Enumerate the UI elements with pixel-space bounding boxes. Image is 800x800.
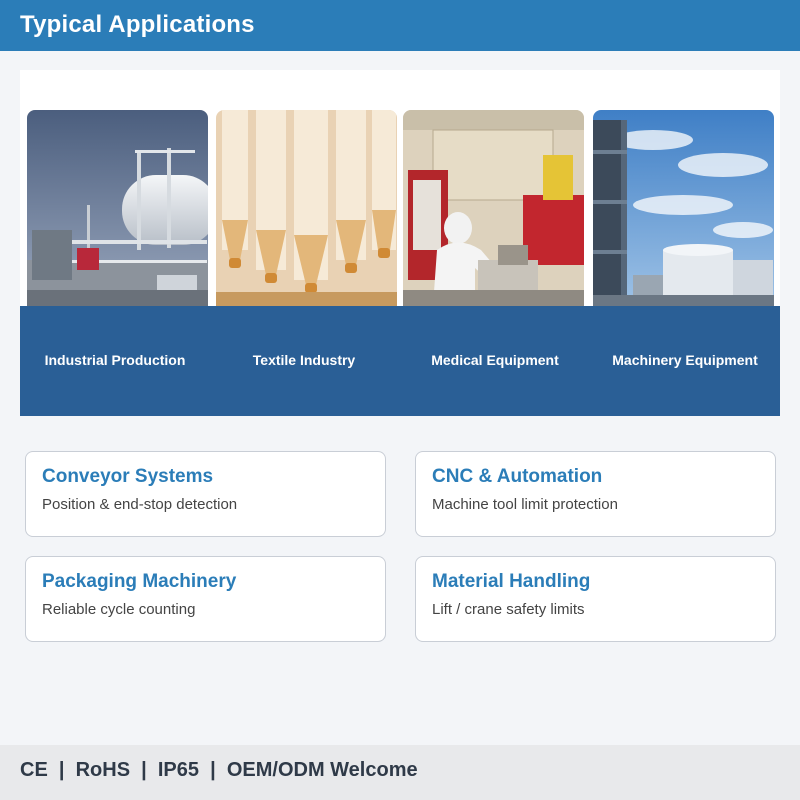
card-title: Packaging Machinery	[42, 571, 237, 592]
card-material-handling: Material Handling Lift / crane safety li…	[415, 556, 776, 642]
card-description: Reliable cycle counting	[42, 601, 196, 618]
caption-industrial-production: Industrial Production	[44, 352, 186, 368]
caption-textile-industry: Textile Industry	[252, 352, 356, 368]
card-description: Lift / crane safety limits	[432, 601, 585, 618]
lab-technician-photo	[403, 110, 584, 306]
industrial-plant-photo	[27, 110, 208, 306]
card-title: Material Handling	[432, 571, 591, 592]
applications-gallery: Industrial Production Textile Industry M…	[20, 70, 780, 416]
card-description: Machine tool limit protection	[432, 496, 618, 513]
card-description: Position & end-stop detection	[42, 496, 238, 513]
page-title: Typical Applications	[20, 11, 255, 38]
card-conveyor-systems: Conveyor Systems Position & end-stop det…	[25, 451, 386, 537]
caption-machinery-equipment: Machinery Equipment	[612, 352, 758, 368]
caption-medical-equipment: Medical Equipment	[431, 352, 559, 368]
certifications-text: CE | RoHS | IP65 | OEM/ODM Welcome	[20, 759, 418, 781]
card-cnc-automation: CNC & Automation Machine tool limit prot…	[415, 451, 776, 537]
card-title: CNC & Automation	[432, 466, 603, 487]
page-header: Typical Applications	[0, 0, 800, 51]
textile-spindles-photo	[216, 110, 397, 306]
card-title: Conveyor Systems	[42, 466, 214, 487]
certification-footer: CE | RoHS | IP65 | OEM/ODM Welcome	[0, 745, 800, 800]
card-packaging-machinery: Packaging Machinery Reliable cycle count…	[25, 556, 386, 642]
refinery-tower-photo	[593, 110, 774, 306]
